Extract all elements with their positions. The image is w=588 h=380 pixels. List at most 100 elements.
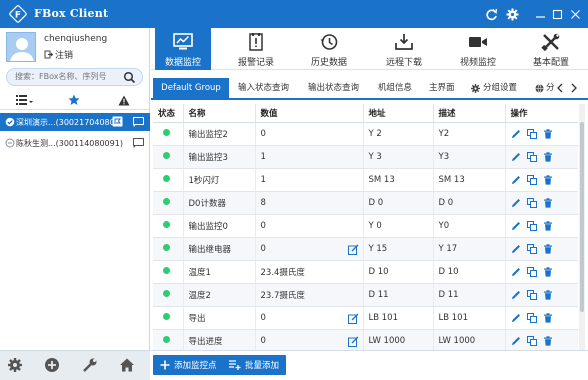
table-scrollbar[interactable] <box>579 104 585 352</box>
tab-unit-info[interactable]: 机组信息 <box>378 78 412 98</box>
cell-status <box>153 283 184 307</box>
cell-description: D 0 <box>433 191 506 215</box>
edit-pencil-icon[interactable] <box>511 244 521 254</box>
close-icon[interactable] <box>567 6 583 22</box>
cell-value: 23.7摄氏度 <box>255 283 364 307</box>
avatar[interactable] <box>6 32 36 62</box>
settings-icon[interactable] <box>7 357 23 373</box>
tab-alarm-records[interactable]: 报警记录 <box>228 28 284 70</box>
list-view-dropdown[interactable] <box>14 93 36 107</box>
delete-trash-icon[interactable] <box>543 243 553 254</box>
tab-history-data[interactable]: 历史数据 <box>301 28 357 70</box>
cell-name: 温度1 <box>183 260 256 284</box>
cell-description: LB 101 <box>433 306 506 330</box>
edit-pencil-icon[interactable] <box>511 198 521 208</box>
tab-video-monitor[interactable]: 视频监控 <box>450 28 506 70</box>
copy-icon[interactable] <box>526 128 537 139</box>
copy-icon[interactable] <box>526 174 537 185</box>
table-row[interactable]: 输出监控3 1 Y 3 Y3 <box>153 145 578 169</box>
table-row[interactable]: 温度1 23.4摄氏度 D 10 D 10 <box>153 260 578 284</box>
copy-icon[interactable] <box>526 243 537 254</box>
favorites-star-icon[interactable] <box>67 93 81 107</box>
table-row[interactable]: 导出 0 LB 101 LB 101 <box>153 306 578 330</box>
copy-icon[interactable] <box>526 197 537 208</box>
write-value-icon[interactable] <box>347 313 359 324</box>
edit-pencil-icon[interactable] <box>511 152 521 162</box>
tab-remote-download[interactable]: 远程下载 <box>376 28 432 70</box>
table-row[interactable]: D0计数器 8 D 0D 0 <box>153 191 578 215</box>
tab-main-screen[interactable]: 主界面 <box>429 78 455 98</box>
batch-label: 批量添加 <box>245 361 280 371</box>
scroll-left-icon[interactable] <box>556 83 564 93</box>
batch-add-button[interactable]: 批量添加 <box>222 355 287 375</box>
remote-screen-icon[interactable] <box>133 117 144 127</box>
tab-basic-config[interactable]: 基本配置 <box>523 28 579 70</box>
remote-screen-icon[interactable] <box>133 138 144 148</box>
logout-link[interactable]: 注销 <box>44 48 73 61</box>
home-icon[interactable] <box>119 357 135 373</box>
col-address[interactable]: 地址 <box>363 104 434 123</box>
col-description[interactable]: 描述 <box>433 104 506 123</box>
delete-trash-icon[interactable] <box>543 128 553 139</box>
copy-icon[interactable] <box>526 220 537 231</box>
scroll-thumb[interactable] <box>580 122 584 312</box>
table-row[interactable]: 输出继电器 0 Y 15 Y 17 <box>153 237 578 261</box>
tab-group-settings[interactable]: 分组设置 <box>471 78 517 98</box>
table-row[interactable]: 1秒闪灯 1 SM 13 SM 13 <box>153 168 578 192</box>
tab-globe-overflow[interactable]: 分 <box>535 78 555 98</box>
edit-pencil-icon[interactable] <box>511 336 521 346</box>
device-name: 陈秋生测...(300114080091) <box>16 139 123 148</box>
table-row[interactable]: 输出监控0 0 Y 0 Y0 <box>153 214 578 238</box>
table-row[interactable]: 输出监控2 0 Y 2 Y2 <box>153 122 578 146</box>
edit-pencil-icon[interactable] <box>511 175 521 185</box>
add-device-icon[interactable] <box>44 357 60 373</box>
table-row[interactable]: 导出进度 0 LW 1000 LW 1000 <box>153 329 578 352</box>
edit-pencil-icon[interactable] <box>511 313 521 323</box>
edit-pencil-icon[interactable] <box>511 129 521 139</box>
warning-icon[interactable] <box>117 93 131 107</box>
copy-icon[interactable] <box>526 151 537 162</box>
maximize-icon[interactable] <box>549 6 565 22</box>
refresh-icon[interactable] <box>483 6 499 22</box>
table-row[interactable]: 温度2 23.7摄氏度 D 11 D 11 <box>153 283 578 307</box>
value-text: 23.7摄氏度 <box>260 290 305 301</box>
tab-data-monitor[interactable]: 数据监控 <box>155 28 211 70</box>
cell-name: D0计数器 <box>183 191 256 215</box>
copy-icon[interactable] <box>526 335 537 346</box>
delete-trash-icon[interactable] <box>543 174 553 185</box>
delete-trash-icon[interactable] <box>543 289 553 300</box>
write-value-icon[interactable] <box>347 336 359 347</box>
col-status[interactable]: 状态 <box>153 104 184 123</box>
edit-pencil-icon[interactable] <box>511 221 521 231</box>
col-name[interactable]: 名称 <box>183 104 256 123</box>
device-edit-icon[interactable] <box>112 116 123 127</box>
scroll-right-icon[interactable] <box>570 83 578 93</box>
add-monitor-point-button[interactable]: 添加监控点 <box>153 355 224 375</box>
device-item[interactable]: 陈秋生测...(300114080091) <box>0 134 150 152</box>
copy-icon[interactable] <box>526 266 537 277</box>
delete-trash-icon[interactable] <box>543 220 553 231</box>
delete-trash-icon[interactable] <box>543 151 553 162</box>
delete-trash-icon[interactable] <box>543 335 553 346</box>
delete-trash-icon[interactable] <box>543 266 553 277</box>
tab-input-status[interactable]: 输入状态查询 <box>238 78 289 98</box>
edit-pencil-icon[interactable] <box>511 267 521 277</box>
tab-default-group[interactable]: Default Group <box>153 78 229 98</box>
search-input[interactable] <box>15 72 125 81</box>
tab-output-status[interactable]: 输出状态查询 <box>308 78 359 98</box>
write-value-icon[interactable] <box>347 244 359 255</box>
device-item[interactable]: 深圳演示...(300217040800) <box>0 113 150 131</box>
settings-gear-icon[interactable] <box>504 6 520 22</box>
col-value[interactable]: 数值 <box>255 104 364 123</box>
copy-icon[interactable] <box>526 289 537 300</box>
minimize-icon[interactable] <box>532 6 548 22</box>
delete-trash-icon[interactable] <box>543 312 553 323</box>
wrench-icon[interactable] <box>82 357 98 373</box>
cell-actions <box>505 168 578 192</box>
download-icon <box>395 34 413 50</box>
delete-trash-icon[interactable] <box>543 197 553 208</box>
copy-icon[interactable] <box>526 312 537 323</box>
search-icon[interactable] <box>123 71 136 84</box>
edit-pencil-icon[interactable] <box>511 290 521 300</box>
group-tab-label: Default Group <box>161 83 221 93</box>
